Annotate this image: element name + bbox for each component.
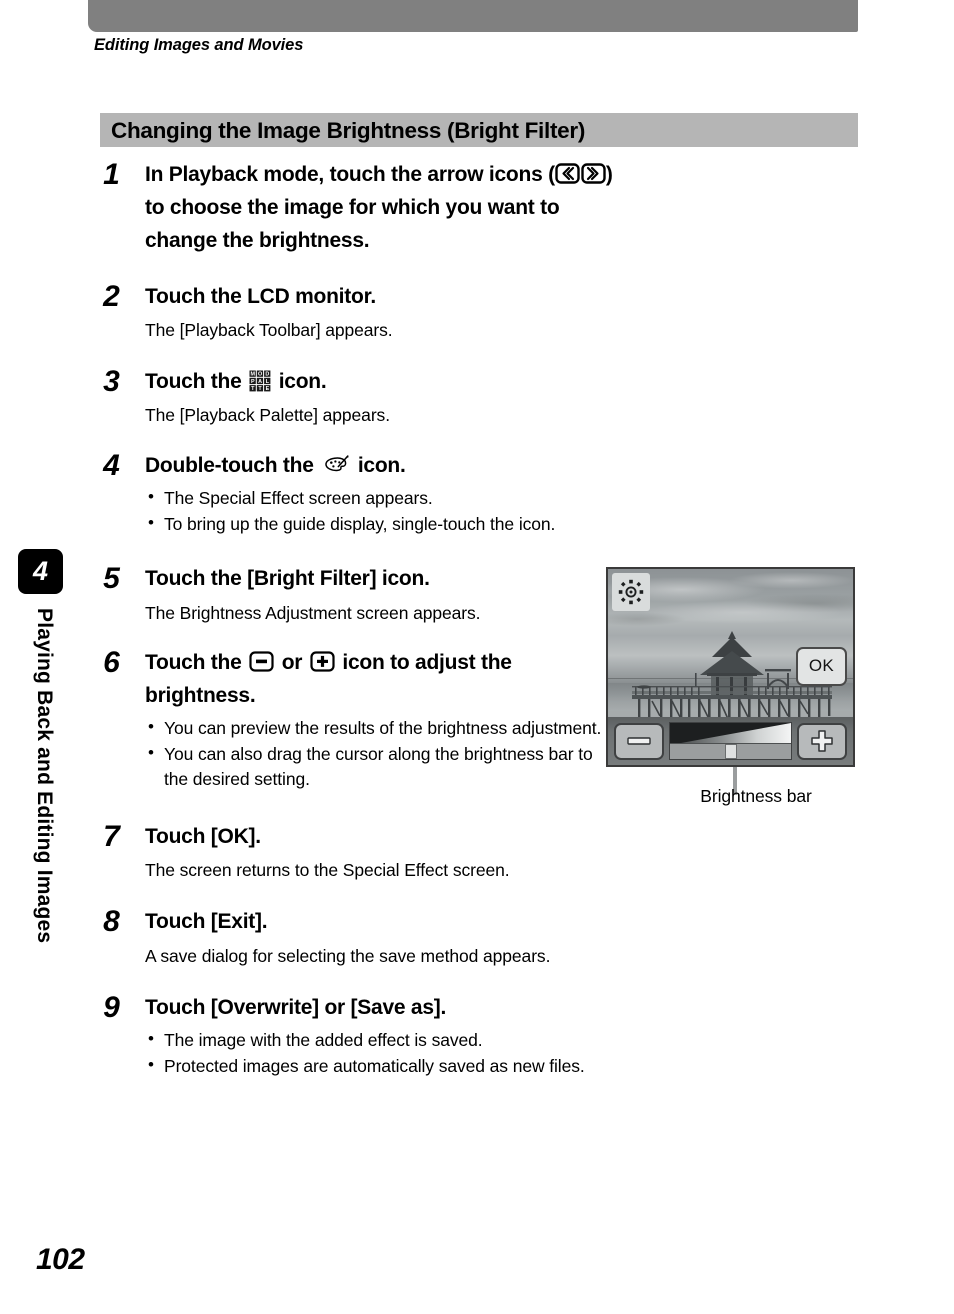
minus-icon — [249, 651, 274, 672]
bullet-item: You can preview the results of the brigh… — [145, 715, 615, 741]
bullet-item: The Special Effect screen appears. — [145, 485, 615, 511]
step-description: A save dialog for selecting the save met… — [145, 945, 551, 966]
minus-button[interactable] — [614, 722, 664, 760]
step-title: Touch [Overwrite] or [Save as]. — [145, 995, 447, 1019]
step-number: 8 — [103, 905, 120, 939]
brightness-gradient-wedge — [670, 723, 791, 745]
step-title: Touch the MODPALTTE icon. — [145, 365, 615, 398]
arrow-left-icon — [555, 163, 580, 184]
section-heading-bar: Changing the Image Brightness (Bright Fi… — [100, 113, 858, 147]
plus-button[interactable] — [797, 722, 847, 760]
step-number: 3 — [103, 365, 120, 399]
svg-text:D: D — [266, 372, 270, 378]
svg-text:O: O — [258, 372, 262, 378]
step-number: 1 — [103, 158, 120, 191]
step-title: Touch [Exit]. — [145, 910, 268, 934]
brightness-control-strip — [608, 717, 853, 765]
step-8: 8 Touch [Exit]. A save dialog for select… — [90, 905, 850, 969]
step-bullets: The image with the added effect is saved… — [145, 1027, 850, 1079]
step-title: Touch the or icon to adjust the brightne… — [145, 646, 615, 712]
section-heading-text: Changing the Image Brightness (Bright Fi… — [111, 118, 586, 143]
svg-text:M: M — [251, 372, 256, 378]
step-number: 9 — [103, 990, 120, 1024]
step-title-part-a: Touch the — [145, 651, 248, 675]
step-title: Touch the [Bright Filter] icon. — [145, 567, 430, 591]
running-head: Editing Images and Movies — [94, 36, 304, 54]
step-number: 5 — [103, 562, 120, 596]
chapter-tab-number: 4 — [18, 549, 63, 594]
step-title: Double-touch the icon. — [145, 449, 615, 482]
step-2: 2 Touch the LCD monitor. The [Playback T… — [90, 280, 850, 344]
sun-brightness-icon — [612, 573, 650, 611]
step-description: The Brightness Adjustment screen appears… — [145, 602, 481, 623]
figure-brightness-adjustment-screen: OK Brightness bar — [606, 567, 855, 806]
step-title-part-mid: or — [276, 651, 308, 675]
arrow-right-icon — [581, 163, 606, 184]
step-bullets: You can preview the results of the brigh… — [145, 715, 615, 792]
bullet-item: Protected images are automatically saved… — [145, 1053, 850, 1079]
step-number: 4 — [103, 448, 120, 482]
step-9: 9 Touch [Overwrite] or [Save as]. The im… — [90, 991, 850, 1079]
brightness-cursor[interactable] — [724, 744, 737, 759]
step-description: The [Playback Palette] appears. — [145, 405, 390, 426]
bullet-item: You can also drag the cursor along the b… — [145, 741, 615, 792]
step-bullets: The Special Effect screen appears. To br… — [145, 485, 615, 537]
chapter-side-label-text: Playing Back and Editing Images — [33, 608, 56, 944]
step-3: 3 Touch the MODPALTTE icon. The [Playbac… — [90, 365, 850, 429]
step-4: 4 Double-touch the icon. The Special Eff… — [90, 449, 850, 537]
step-number: 7 — [103, 819, 120, 853]
step-title: Touch the LCD monitor. — [145, 284, 376, 308]
svg-text:A: A — [258, 379, 262, 385]
plus-icon — [310, 651, 335, 672]
step-description: The screen returns to the Special Effect… — [145, 860, 510, 881]
step-title-part-a: In Playback mode, touch the arrow icons … — [145, 163, 555, 186]
step-1: 1 In Playback mode, touch the arrow icon… — [90, 158, 850, 258]
step-description: The [Playback Toolbar] appears. — [145, 319, 393, 340]
step-title-part-a: Double-touch the — [145, 453, 320, 477]
camera-lcd-screen: OK — [606, 567, 855, 767]
step-title: In Playback mode, touch the arrow icons … — [145, 158, 615, 258]
bullet-item: To bring up the guide display, single-to… — [145, 511, 615, 537]
step-7: 7 Touch [OK]. The screen returns to the … — [90, 820, 850, 884]
figure-caption: Brightness bar — [700, 786, 812, 806]
step-title: Touch [OK]. — [145, 824, 261, 848]
top-gray-bar — [88, 0, 858, 32]
paint-palette-icon — [322, 454, 349, 475]
step-title-part-b: icon. — [352, 453, 406, 477]
ok-button[interactable]: OK — [796, 647, 847, 686]
step-title-part-b: icon. — [273, 370, 327, 394]
step-title-part-a: Touch the — [145, 370, 248, 394]
brightness-track[interactable] — [670, 743, 791, 759]
mode-palette-icon: MODPALTTE — [249, 370, 271, 392]
brightness-bar[interactable] — [669, 722, 792, 760]
step-number: 6 — [103, 646, 120, 680]
step-number: 2 — [103, 279, 120, 313]
page-number: 102 — [36, 1243, 85, 1276]
bullet-item: The image with the added effect is saved… — [145, 1027, 850, 1053]
chapter-side-label: Playing Back and Editing Images — [18, 608, 63, 1038]
